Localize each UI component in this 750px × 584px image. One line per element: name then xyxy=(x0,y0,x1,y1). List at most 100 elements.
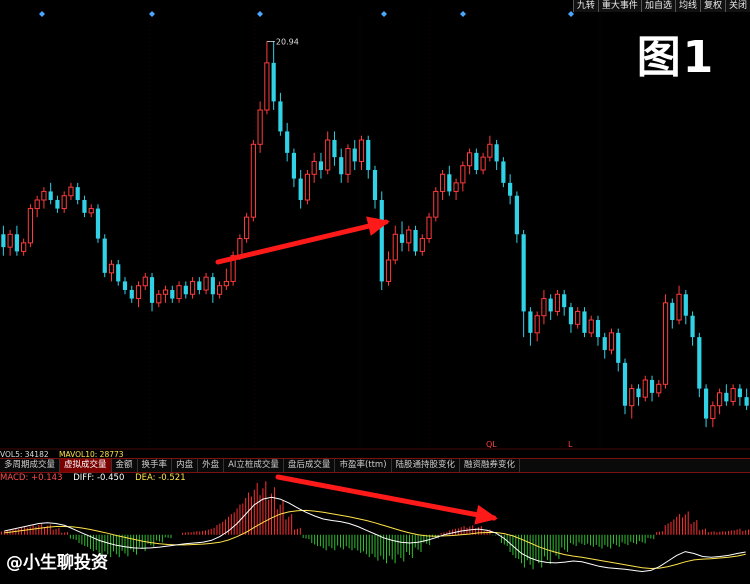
candle-80 xyxy=(541,290,547,325)
candle-107 xyxy=(724,384,729,406)
tab-ai-volume[interactable]: AI立桩成交量 xyxy=(224,459,284,472)
dea-value: DEA: -0.521 xyxy=(135,473,186,483)
candle-49 xyxy=(332,131,337,166)
toolbar-add-watchlist-button[interactable]: 加自选 xyxy=(640,0,675,12)
candle-7 xyxy=(48,182,53,205)
candle-70 xyxy=(474,148,479,175)
candle-109 xyxy=(737,384,742,406)
candle-body-35 xyxy=(237,238,243,257)
candle-27 xyxy=(183,281,188,299)
candle-body-52 xyxy=(352,148,357,162)
upper-arrow-head xyxy=(366,216,390,236)
candle-body-78 xyxy=(528,311,533,333)
tab-amount[interactable]: 金额 xyxy=(112,459,138,472)
tab-northbound-holding[interactable]: 陆股通持股变化 xyxy=(392,459,461,472)
candle-85 xyxy=(575,307,581,329)
figure-label: 图1 xyxy=(628,30,724,86)
candle-body-90 xyxy=(608,332,615,351)
candle-87 xyxy=(588,315,594,338)
marker-ql: QL xyxy=(486,440,497,449)
tab-turnover-rate[interactable]: 换手率 xyxy=(138,459,173,472)
candle-body-5 xyxy=(34,199,40,210)
indicator-tab-bar: 多周期成交量 虚拟成交量 金额 换手率 内盘 外盘 AI立桩成交量 盘后成交量 … xyxy=(0,458,750,473)
candle-body-74 xyxy=(501,161,506,183)
candle-body-83 xyxy=(562,294,567,308)
candle-105 xyxy=(710,401,716,428)
candle-body-55 xyxy=(372,170,378,200)
candle-1 xyxy=(7,230,13,256)
candle-84 xyxy=(568,302,574,333)
candle-body-105 xyxy=(710,405,716,420)
candle-30 xyxy=(203,272,209,295)
tab-inner-volume[interactable]: 内盘 xyxy=(172,459,199,472)
stock-chart-screen: 20.94 QL L 九转 重大事件 加自选 均线 复权 关闭 图1 VOL5:… xyxy=(0,0,750,584)
candle-body-64 xyxy=(433,190,439,218)
candle-86 xyxy=(582,307,587,338)
candle-body-98 xyxy=(662,302,669,385)
candle-97 xyxy=(656,380,662,398)
candle-body-66 xyxy=(447,174,452,192)
candle-40 xyxy=(271,41,276,110)
candle-102 xyxy=(690,311,695,346)
candle-body-3 xyxy=(21,242,27,252)
candle-55 xyxy=(372,165,378,209)
candle-body-82 xyxy=(554,293,561,312)
tab-pe-ttm[interactable]: 市盈率(ttm) xyxy=(335,459,392,472)
candle-90 xyxy=(608,328,615,355)
candle-body-11 xyxy=(75,187,80,200)
tab-outer-volume[interactable]: 外盘 xyxy=(198,459,225,472)
candle-68 xyxy=(460,161,466,192)
candle-body-57 xyxy=(385,259,392,282)
candle-body-46 xyxy=(311,160,317,175)
candle-50 xyxy=(339,148,344,183)
candle-89 xyxy=(602,332,607,359)
candle-body-24 xyxy=(162,289,169,295)
candle-body-0 xyxy=(1,234,6,248)
candle-body-4 xyxy=(27,208,33,244)
toolbar-nine-turn-button[interactable]: 九转 xyxy=(572,0,598,12)
candle-body-85 xyxy=(575,310,581,325)
candle-body-51 xyxy=(345,148,351,175)
diff-line xyxy=(4,496,746,573)
candle-76 xyxy=(514,191,519,243)
candle-88 xyxy=(595,315,601,346)
toolbar-major-events-button[interactable]: 重大事件 xyxy=(597,0,641,12)
toolbar-close-button[interactable]: 关闭 xyxy=(724,0,750,12)
toolbar-adjust-button[interactable]: 复权 xyxy=(699,0,725,12)
candle-body-58 xyxy=(392,233,398,261)
candle-body-109 xyxy=(737,388,742,398)
candle-body-62 xyxy=(419,238,425,252)
signal-markers: QL L xyxy=(486,440,573,449)
candle-body-91 xyxy=(616,332,621,363)
tab-multi-period-volume[interactable]: 多周期成交量 xyxy=(0,459,61,472)
candlestick-series xyxy=(1,41,749,428)
candle-body-108 xyxy=(730,388,736,402)
candle-body-12 xyxy=(82,200,87,213)
candle-78 xyxy=(528,307,533,346)
marker-l: L xyxy=(568,440,573,449)
candle-body-101 xyxy=(683,294,688,316)
macd-readout-row: MACD: +0.143 DIFF: -0.450 DEA: -0.521 xyxy=(0,473,194,484)
candle-body-72 xyxy=(487,143,493,158)
candle-75 xyxy=(508,174,513,205)
candle-body-80 xyxy=(541,298,547,317)
candle-body-16 xyxy=(108,263,115,274)
candle-65 xyxy=(439,170,446,200)
candle-body-20 xyxy=(135,285,142,300)
candle-52 xyxy=(352,140,357,170)
tab-margin-trading[interactable]: 融资融券变化 xyxy=(460,459,521,472)
peak-price-label: 20.94 xyxy=(276,37,299,46)
candle-95 xyxy=(642,375,648,402)
candle-74 xyxy=(501,157,506,188)
candle-body-53 xyxy=(358,139,365,162)
tab-virtual-volume[interactable]: 虚拟成交量 xyxy=(60,459,112,472)
candle-79 xyxy=(534,311,540,342)
candle-12 xyxy=(82,195,87,218)
candle-48 xyxy=(325,131,331,175)
candle-body-84 xyxy=(568,307,574,325)
candle-8 xyxy=(55,195,60,213)
candle-body-14 xyxy=(95,208,101,239)
candle-body-97 xyxy=(656,383,662,394)
tab-after-hours-volume[interactable]: 盘后成交量 xyxy=(284,459,336,472)
toolbar-moving-average-button[interactable]: 均线 xyxy=(674,0,700,12)
